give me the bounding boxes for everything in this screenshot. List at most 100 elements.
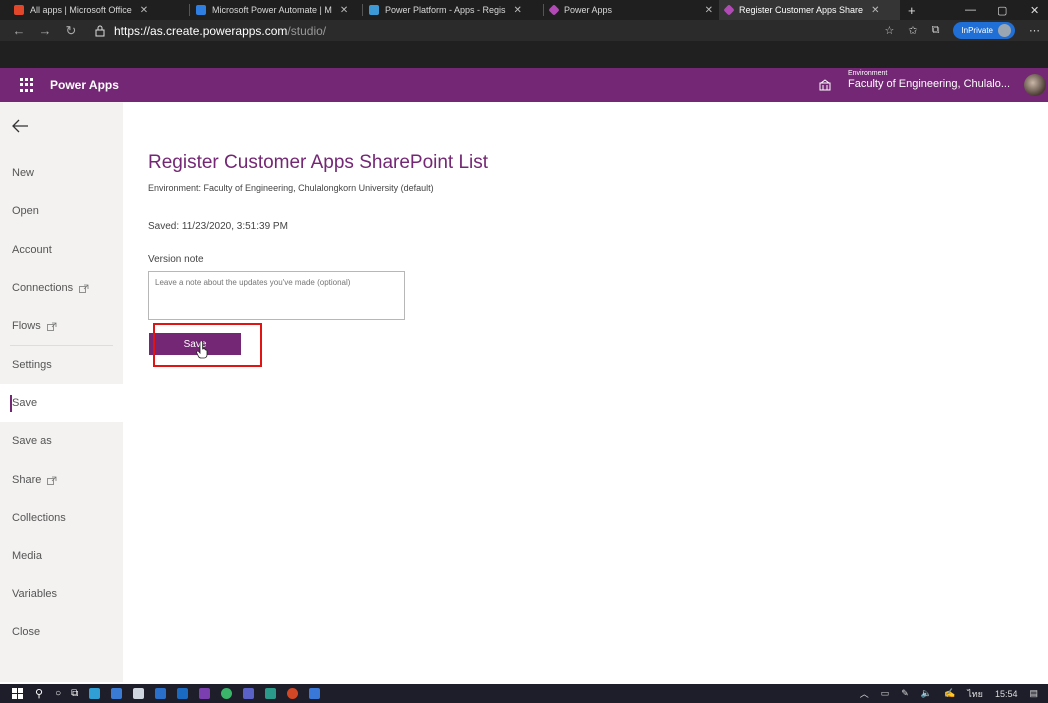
chrome-icon[interactable] (221, 688, 233, 699)
environment-label: Environment (848, 70, 888, 77)
powerpoint-icon[interactable] (287, 688, 299, 699)
close-icon[interactable]: ✕ (705, 5, 713, 16)
maximize-icon[interactable]: ▢ (997, 0, 1007, 20)
mail-icon[interactable] (155, 688, 167, 699)
sidebar-item-label: Collections (12, 512, 66, 524)
edge-icon[interactable] (89, 688, 101, 699)
environment-icon[interactable] (819, 79, 831, 91)
power-automate-icon (196, 5, 206, 15)
environment-name: Faculty of Engineering, Chulalo... (848, 78, 1011, 90)
version-note-input[interactable] (148, 271, 405, 320)
external-link-icon (47, 476, 57, 485)
sidebar-item-open[interactable]: Open (0, 192, 123, 230)
url-field[interactable]: https://as.create.powerapps.com/studio/ (94, 24, 326, 38)
notifications-icon[interactable]: ▤ (1029, 688, 1038, 699)
close-icon[interactable]: ✕ (140, 5, 148, 16)
outlook-icon[interactable] (177, 688, 189, 699)
window-close-icon[interactable]: ✕ (1030, 0, 1039, 20)
more-icon[interactable]: ⋯ (1029, 24, 1040, 37)
taskbar: ⚲ ○ ⧉ ︿ ▭ ✎ 🔈 ✍ ไทย 15:54 ▤ (0, 684, 1048, 703)
search-icon[interactable]: ⚲ (35, 687, 43, 700)
close-icon[interactable]: ✕ (514, 5, 522, 16)
task-view-icon[interactable]: ⧉ (71, 688, 78, 699)
tab-title: All apps | Microsoft Office (30, 5, 132, 15)
waffle-icon[interactable] (20, 78, 34, 92)
lock-icon (95, 25, 105, 36)
sidebar-item-label: New (12, 167, 35, 179)
back-arrow-icon[interactable]: ← (6, 23, 32, 38)
url-host: https://as.create.powerapps.com (114, 23, 288, 38)
inprivate-label: InPrivate (961, 26, 993, 35)
version-note-label: Version note (148, 254, 204, 265)
sidebar-item-flows[interactable]: Flows (0, 307, 123, 345)
power-platform-icon (369, 5, 379, 15)
clock[interactable]: 15:54 (995, 689, 1018, 699)
environment-info: Environment: Faculty of Engineering, Chu… (148, 183, 434, 193)
sidebar-item-label: Media (12, 550, 42, 562)
favorite-star-icon[interactable]: ☆ (884, 24, 894, 37)
minimize-icon[interactable]: — (965, 0, 976, 20)
windows-start-icon[interactable] (12, 688, 23, 699)
sidebar-item-collections[interactable]: Collections (0, 499, 123, 537)
volume-icon[interactable]: 🔈 (921, 688, 932, 699)
browser-tab[interactable]: Power Apps ✕ (544, 0, 719, 20)
external-link-icon (46, 322, 57, 331)
page-top-strip (0, 41, 1048, 68)
power-apps-icon (548, 4, 560, 16)
taskbar-app-icon[interactable] (111, 688, 123, 699)
sidebar-item-variables[interactable]: Variables (0, 575, 123, 613)
refresh-icon[interactable]: ↻ (58, 23, 84, 39)
sidebar-item-label: Connections (12, 282, 74, 294)
tab-title: Microsoft Power Automate | M (212, 5, 332, 15)
sidebar-item-media[interactable]: Media (0, 537, 123, 575)
pen-icon[interactable]: ✎ (901, 688, 909, 699)
user-avatar[interactable] (1024, 74, 1046, 96)
network-icon[interactable]: ▭ (881, 688, 890, 699)
tab-title: Power Apps (564, 5, 613, 15)
taskbar-app-icon[interactable] (265, 688, 277, 699)
sidebar-item-label: Variables (12, 588, 58, 600)
browser-tab[interactable]: All apps | Microsoft Office ✕ (8, 0, 189, 20)
sidebar-item-label: Save as (12, 435, 52, 447)
sidebar-item-new[interactable]: New (0, 154, 123, 192)
store-icon[interactable] (133, 688, 145, 699)
profile-avatar (998, 24, 1011, 37)
sidebar-item-label: Share (12, 474, 42, 486)
external-link-icon (79, 284, 89, 293)
sidebar-item-label: Save (12, 397, 38, 409)
ink-workspace-icon[interactable]: ✍ (944, 688, 955, 699)
page-title: Register Customer Apps SharePoint List (148, 152, 489, 173)
tab-title: Power Platform - Apps - Regis (385, 5, 506, 15)
sidebar-item-share[interactable]: Share (0, 461, 123, 499)
system-tray: ︿ ▭ ✎ 🔈 ✍ ไทย 15:54 ▤ (860, 684, 1038, 703)
back-arrow-icon[interactable] (10, 116, 30, 136)
sidebar-item-account[interactable]: Account (0, 231, 123, 269)
sidebar-item-label: Close (12, 626, 41, 638)
onenote-icon[interactable] (199, 688, 211, 699)
environment-picker[interactable]: Environment Faculty of Engineering, Chul… (848, 70, 1010, 90)
chevron-up-icon[interactable]: ︿ (860, 687, 869, 700)
sidebar-item-save-as[interactable]: Save as (0, 422, 123, 460)
sidebar-item-connections[interactable]: Connections (0, 269, 123, 307)
close-icon[interactable]: ✕ (871, 5, 879, 16)
browser-tab-active[interactable]: Register Customer Apps Share ✕ (719, 0, 900, 20)
language-indicator[interactable]: ไทย (967, 687, 983, 701)
browser-tab[interactable]: Power Platform - Apps - Regis ✕ (363, 0, 543, 20)
collections-icon[interactable]: ⧉ (932, 24, 940, 37)
new-tab-icon[interactable]: + (908, 3, 916, 18)
close-icon[interactable]: ✕ (340, 5, 348, 16)
teams-icon[interactable] (243, 688, 255, 699)
address-bar: ← → ↻ https://as.create.powerapps.com/st… (0, 20, 1048, 41)
sidebar-item-label: Settings (12, 359, 52, 371)
office-icon (14, 5, 24, 15)
forward-arrow-icon[interactable]: → (32, 23, 58, 38)
browser-tab[interactable]: Microsoft Power Automate | M ✕ (190, 0, 362, 20)
inprivate-badge[interactable]: InPrivate (953, 22, 1015, 39)
sidebar-item-close[interactable]: Close (0, 613, 123, 651)
favorites-icon[interactable]: ✩ (908, 24, 917, 37)
sidebar-item-save[interactable]: Save (0, 384, 123, 422)
sidebar-item-settings[interactable]: Settings (0, 346, 123, 384)
cortana-icon[interactable]: ○ (55, 688, 61, 699)
app-name[interactable]: Power Apps (50, 78, 119, 92)
photos-icon[interactable] (309, 688, 321, 699)
